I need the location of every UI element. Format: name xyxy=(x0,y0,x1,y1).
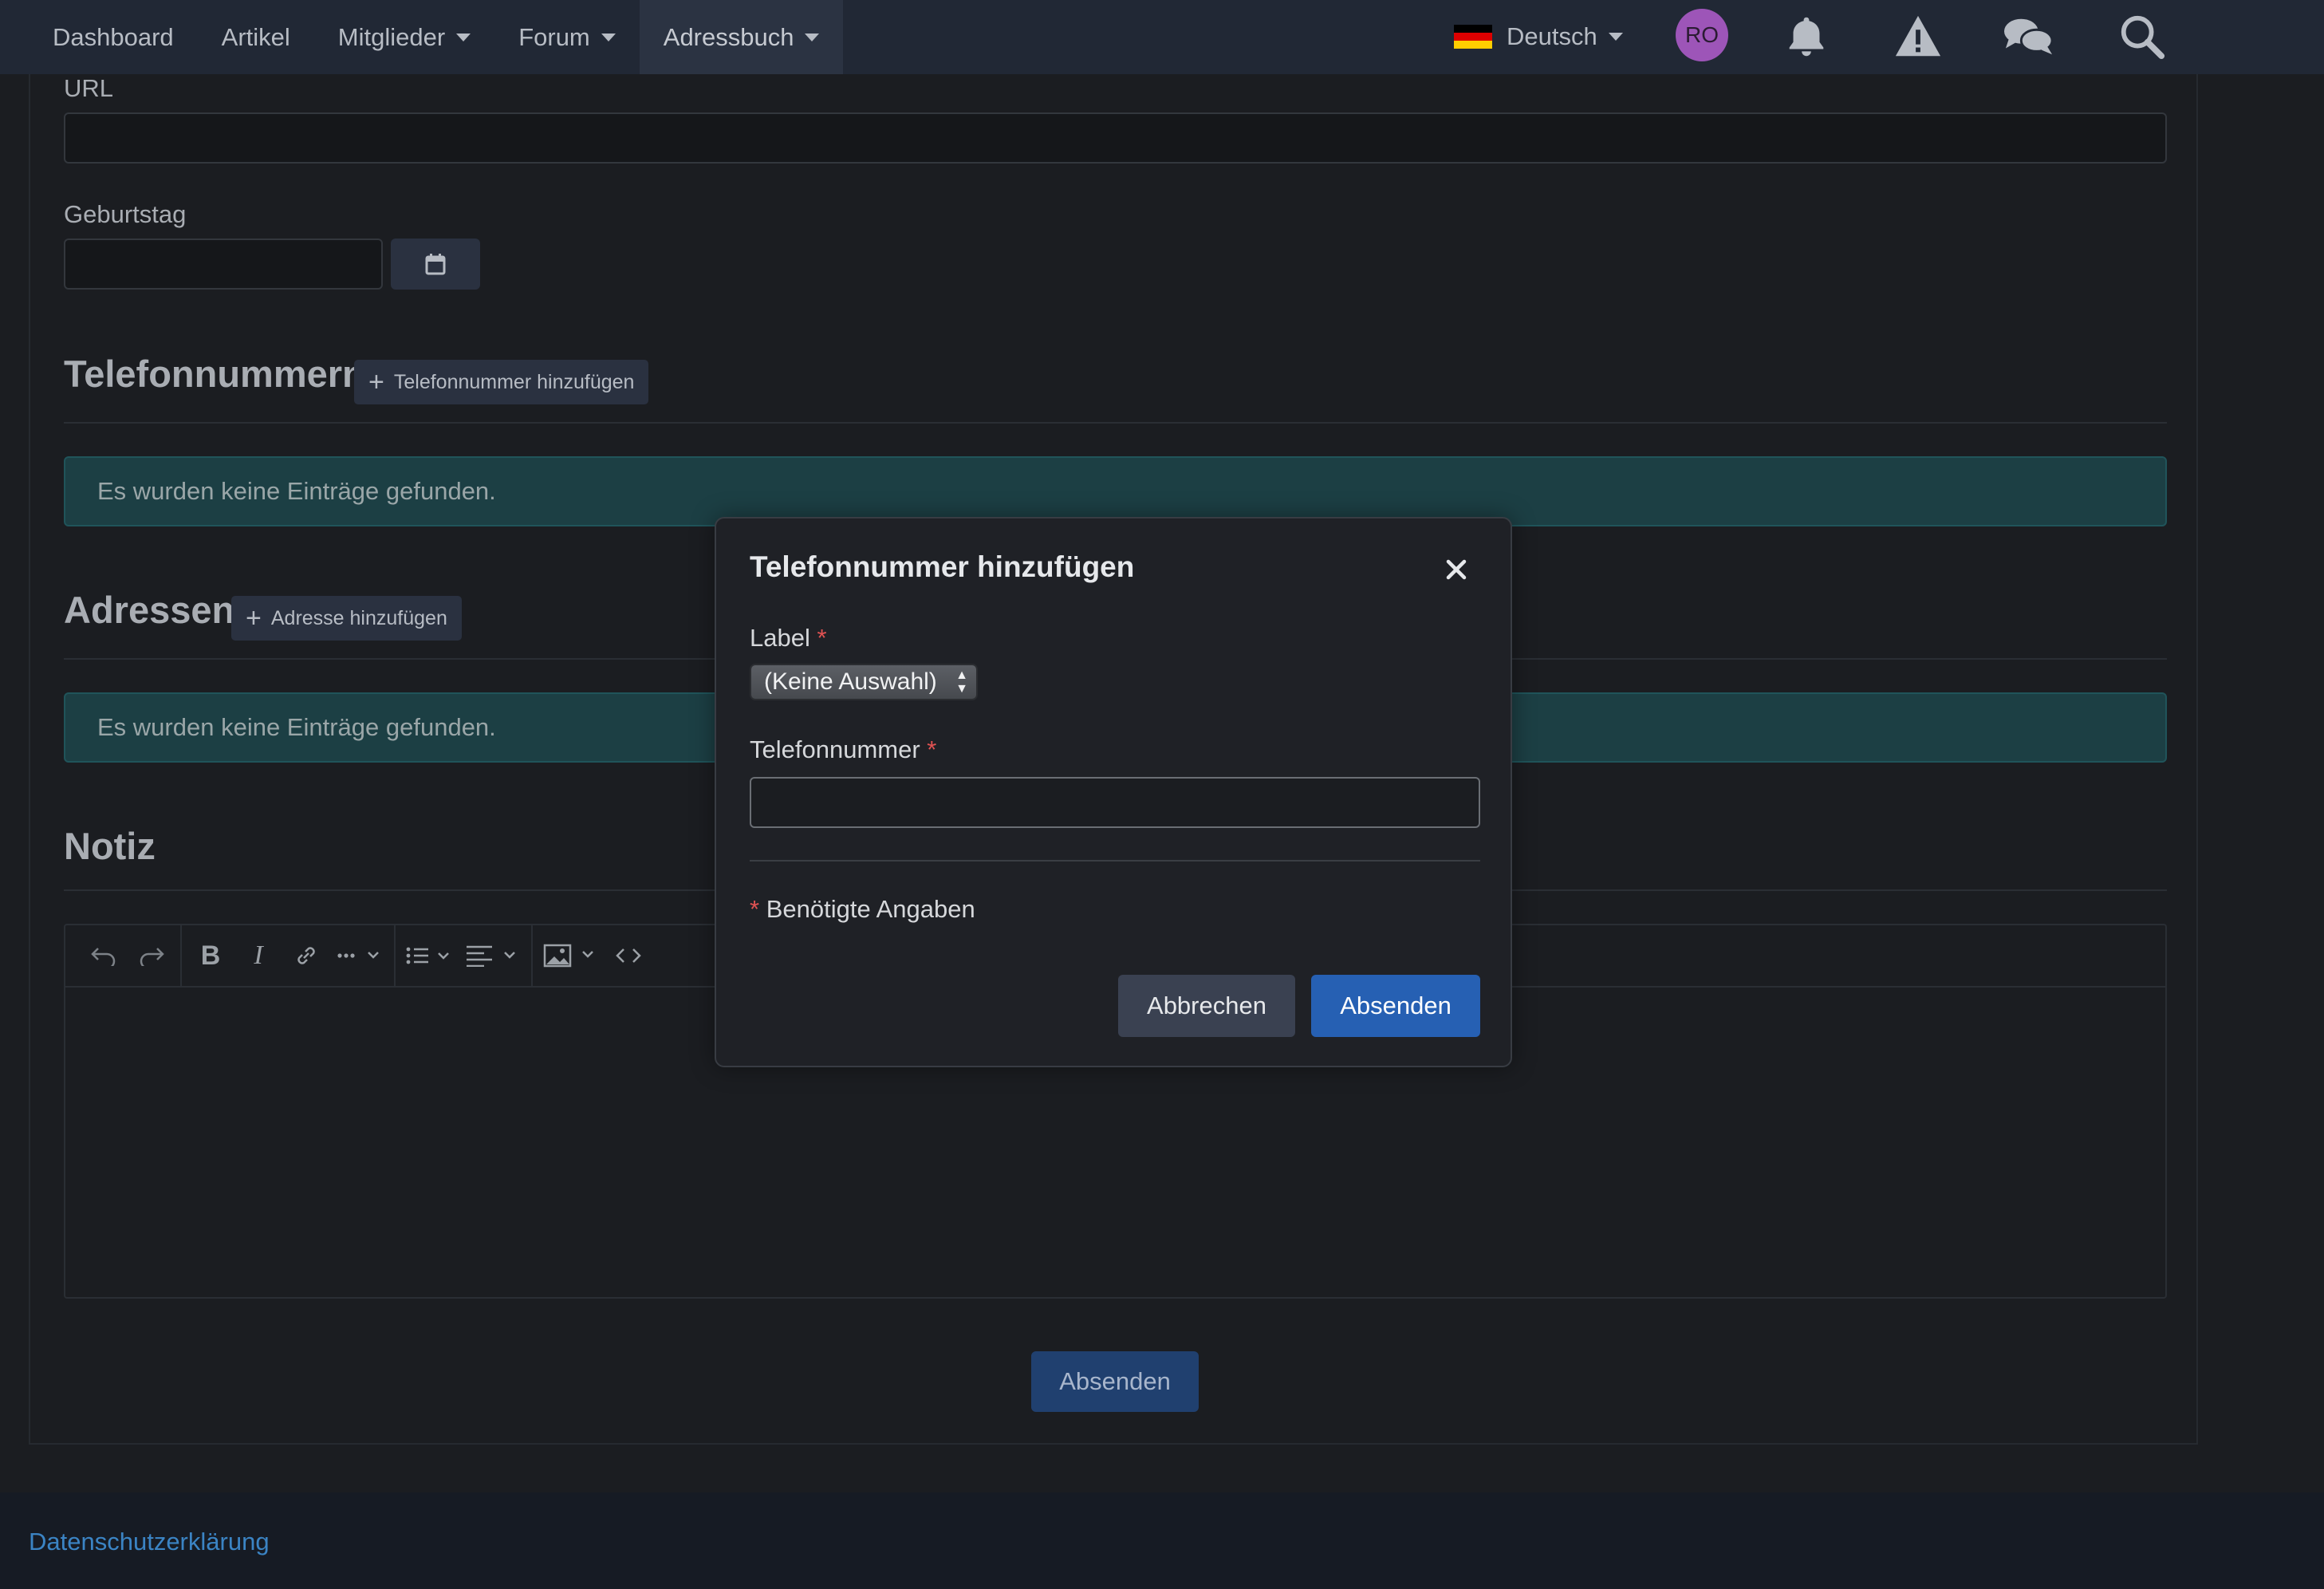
phones-empty-alert: Es wurden keine Einträge gefunden. xyxy=(64,456,2167,526)
bold-icon[interactable]: B xyxy=(187,932,234,980)
bell-icon[interactable] xyxy=(1782,11,1831,61)
addresses-section-title: Adressen xyxy=(64,589,235,631)
birthday-label: Geburtstag xyxy=(64,200,187,228)
link-icon[interactable] xyxy=(282,932,330,980)
add-address-button[interactable]: + Adresse hinzufügen xyxy=(231,596,462,641)
nav-item-forum[interactable]: Forum xyxy=(494,0,640,74)
nav-item-adressbuch[interactable]: Adressbuch xyxy=(639,0,844,74)
redo-icon[interactable] xyxy=(128,932,175,980)
note-section-title: Notiz xyxy=(64,825,156,867)
top-navigation: Dashboard Artikel Mitglieder Forum Adres… xyxy=(0,0,2324,74)
phone-field-label: Telefonnummer * xyxy=(750,735,937,763)
birthday-input[interactable] xyxy=(64,239,383,290)
required-marker: * xyxy=(927,735,937,763)
image-icon[interactable] xyxy=(538,932,605,980)
undo-icon[interactable] xyxy=(80,932,128,980)
nav-item-artikel[interactable]: Artikel xyxy=(198,0,314,74)
privacy-link[interactable]: Datenschutzerklärung xyxy=(29,1528,270,1556)
url-input[interactable] xyxy=(64,112,2167,164)
caret-down-icon xyxy=(1608,33,1623,41)
caret-down-icon xyxy=(601,33,616,41)
main-menu: Dashboard Artikel Mitglieder Forum Adres… xyxy=(0,0,844,74)
dialog-title: Telefonnummer hinzufügen xyxy=(750,550,1135,583)
close-icon[interactable] xyxy=(1440,554,1472,586)
date-picker-button[interactable] xyxy=(391,239,480,290)
page-footer: Datenschutzerklärung xyxy=(0,1492,2324,1589)
user-avatar[interactable]: RO xyxy=(1676,9,1728,61)
italic-icon[interactable]: I xyxy=(234,932,282,980)
dialog-submit-button[interactable]: Absenden xyxy=(1311,975,1480,1037)
plus-icon: + xyxy=(246,603,262,633)
german-flag-icon xyxy=(1454,25,1492,49)
label-field-label: Label * xyxy=(750,624,827,652)
required-marker: * xyxy=(817,624,827,652)
chat-icon[interactable] xyxy=(2000,11,2058,61)
calendar-icon xyxy=(425,254,446,275)
url-label: URL xyxy=(64,74,114,102)
cancel-button[interactable]: Abbrechen xyxy=(1118,975,1295,1037)
warning-icon[interactable] xyxy=(1893,11,1943,61)
nav-item-mitglieder[interactable]: Mitglieder xyxy=(314,0,494,74)
phones-section-title: Telefonnummern xyxy=(64,353,365,395)
add-phone-button[interactable]: + Telefonnummer hinzufügen xyxy=(354,360,649,404)
list-icon[interactable] xyxy=(400,932,459,980)
caret-down-icon xyxy=(456,33,471,41)
language-switcher[interactable]: Deutsch xyxy=(1454,21,1623,53)
required-marker: * xyxy=(750,895,760,923)
code-icon[interactable] xyxy=(605,932,652,980)
phone-input[interactable] xyxy=(750,777,1480,828)
toolbar-separator xyxy=(180,925,182,987)
label-select[interactable]: (Keine Auswahl) ▲ ▼ xyxy=(750,664,978,700)
select-arrows-icon: ▲ ▼ xyxy=(955,668,968,696)
section-divider xyxy=(64,422,2167,424)
more-options-icon[interactable] xyxy=(330,932,389,980)
dialog-divider xyxy=(750,860,1480,862)
search-icon[interactable] xyxy=(2117,11,2166,61)
toolbar-separator xyxy=(531,925,533,987)
nav-item-dashboard[interactable]: Dashboard xyxy=(29,0,198,74)
submit-button[interactable]: Absenden xyxy=(1031,1351,1199,1412)
toolbar-separator xyxy=(394,925,396,987)
align-icon[interactable] xyxy=(459,932,526,980)
plus-icon: + xyxy=(368,367,384,397)
required-fields-note: * Benötigte Angaben xyxy=(750,895,975,923)
add-phone-dialog: Telefonnummer hinzufügen Label * (Keine … xyxy=(715,517,1512,1067)
caret-down-icon xyxy=(805,33,820,41)
